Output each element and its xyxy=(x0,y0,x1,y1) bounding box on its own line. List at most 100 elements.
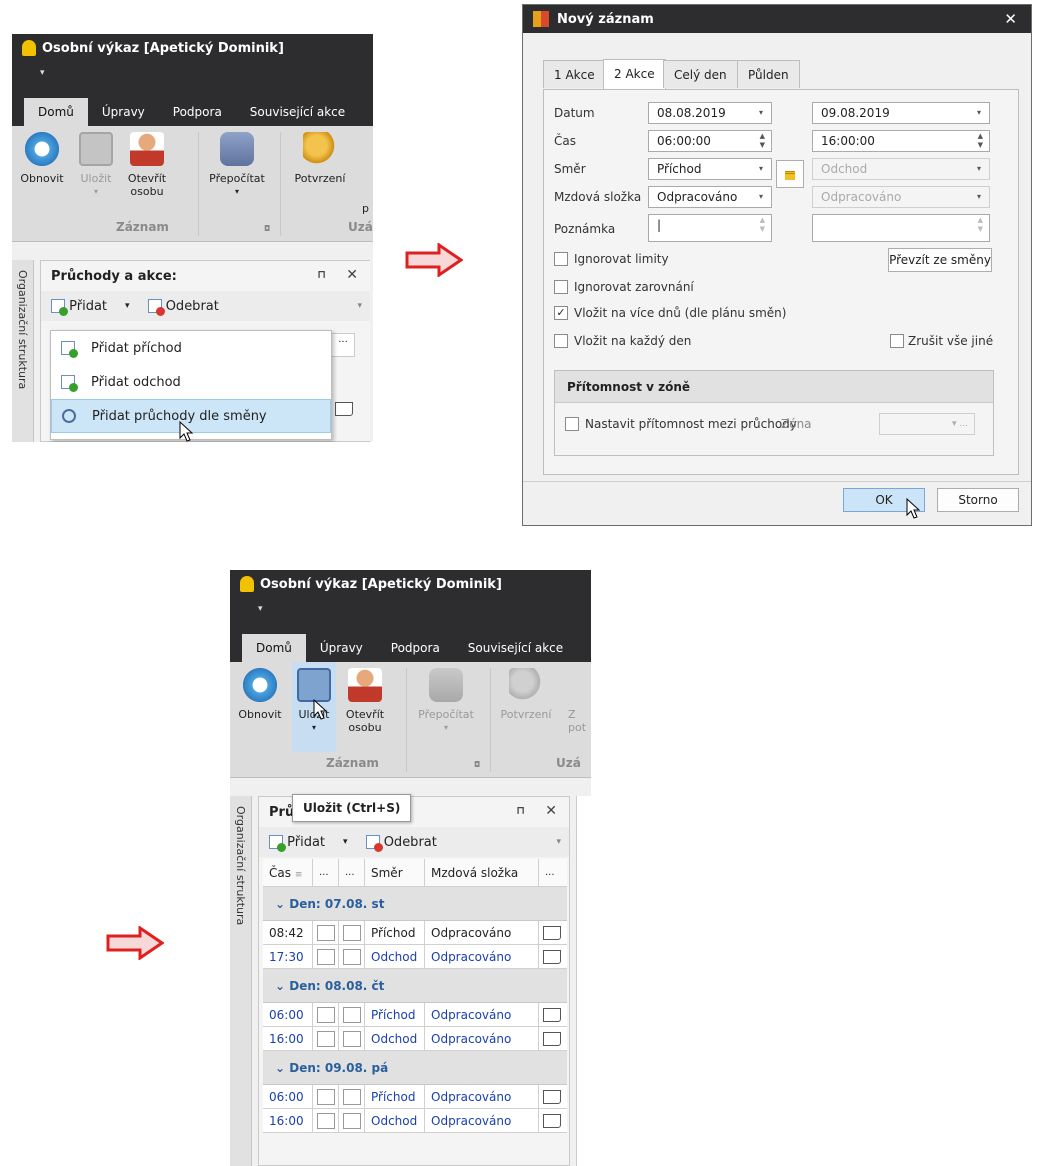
add-button[interactable]: Přidat xyxy=(51,299,107,316)
add-dropdown-icon[interactable]: ▾ xyxy=(343,837,348,847)
chevron-down-icon[interactable]: ▾ xyxy=(759,187,763,207)
checkbox-cell[interactable] xyxy=(343,1031,361,1047)
tab-one-action[interactable]: 1 Akce xyxy=(543,60,606,88)
checkbox-cell[interactable] xyxy=(317,949,335,965)
group-expand-icon[interactable]: ◘ xyxy=(264,224,270,233)
checkbox-cell[interactable] xyxy=(317,925,335,941)
table-row[interactable]: 16:00 Odchod Odpracováno xyxy=(263,1026,567,1051)
pin-icon[interactable]: ⊓ xyxy=(317,268,326,281)
tab-home[interactable]: Domů xyxy=(242,634,306,662)
table-row[interactable]: 06:00 Příchod Odpracováno xyxy=(263,1084,567,1109)
cancel-other-checkbox[interactable] xyxy=(890,334,904,348)
spinner-icon[interactable]: ▲ ▼ xyxy=(760,132,765,150)
direction-from-select[interactable]: Příchod ▾ xyxy=(648,158,772,180)
note-icon[interactable] xyxy=(543,1032,561,1046)
tab-two-actions[interactable]: 2 Akce xyxy=(603,59,666,89)
remove-button[interactable]: Odebrat xyxy=(365,835,437,852)
note-icon[interactable] xyxy=(543,1008,561,1022)
toolbar-overflow-icon[interactable]: ▾ xyxy=(556,837,561,847)
checkbox-cell[interactable] xyxy=(343,925,361,941)
confirm-button[interactable]: Potvrzení xyxy=(288,132,352,185)
quick-access-dropdown-icon[interactable]: ▾ xyxy=(40,68,45,78)
tab-half-day[interactable]: Půlden xyxy=(737,60,800,88)
refresh-button[interactable]: Obnovit xyxy=(16,132,68,185)
table-row[interactable]: 06:00 Příchod Odpracováno xyxy=(263,1002,567,1027)
tab-related[interactable]: Související akce xyxy=(454,634,577,662)
chevron-down-icon[interactable]: ▾ xyxy=(977,103,981,123)
org-structure-sidetab[interactable]: Organizační struktura xyxy=(230,796,252,1166)
chevron-down-icon[interactable]: ▾ xyxy=(759,103,763,123)
checkbox-cell[interactable] xyxy=(317,1089,335,1105)
table-row[interactable]: 08:42 Příchod Odpracováno xyxy=(263,920,567,945)
org-structure-sidetab[interactable]: Organizační struktura xyxy=(12,260,34,442)
chevron-down-icon[interactable]: ⌄ xyxy=(275,1061,289,1075)
spinner-icon[interactable]: ▲ ▼ xyxy=(978,132,983,150)
open-person-button[interactable]: Otevřít osobu xyxy=(342,668,388,734)
multi-days-checkbox[interactable]: ✓ xyxy=(554,306,568,320)
time-from-field[interactable]: 06:00:00 ▲ ▼ xyxy=(648,130,772,152)
col-header-direction[interactable]: Směr xyxy=(365,858,425,887)
chevron-down-icon[interactable]: ▾ xyxy=(759,159,763,179)
checkbox-cell[interactable] xyxy=(317,1031,335,1047)
save-button[interactable]: Uložit ▾ xyxy=(74,132,118,198)
col-header-time[interactable]: Čas ≡ xyxy=(263,858,313,887)
checkbox-cell[interactable] xyxy=(317,1007,335,1023)
tab-edits[interactable]: Úpravy xyxy=(88,98,159,126)
refresh-button[interactable]: Obnovit xyxy=(234,668,286,721)
add-dropdown-icon[interactable]: ▾ xyxy=(125,301,130,311)
checkbox-cell[interactable] xyxy=(343,1007,361,1023)
take-from-shift-button[interactable]: Převzít ze směny xyxy=(888,248,992,272)
menu-item-add-departure[interactable]: Přidat odchod xyxy=(51,365,331,399)
note-icon[interactable] xyxy=(543,1090,561,1104)
note-icon[interactable] xyxy=(543,926,561,940)
quick-access-strip[interactable]: ▾ xyxy=(230,598,591,624)
checkbox-cell[interactable] xyxy=(343,1113,361,1129)
quick-access-dropdown-icon[interactable]: ▾ xyxy=(258,604,263,614)
recalculate-button[interactable]: Přepočítat ▾ xyxy=(414,668,478,734)
menu-item-add-arrival[interactable]: Přidat příchod xyxy=(51,331,331,365)
toolbar-overflow-icon[interactable]: ▾ xyxy=(357,301,362,311)
remove-button[interactable]: Odebrat xyxy=(147,299,219,316)
col-header-extra1[interactable]: ... xyxy=(313,858,339,887)
close-icon[interactable]: ✕ xyxy=(545,803,557,819)
close-icon[interactable]: ✕ xyxy=(346,267,358,283)
note-from-field[interactable]: | ▲ ▼ xyxy=(648,214,772,242)
checkbox-cell[interactable] xyxy=(317,1113,335,1129)
confirm-button[interactable]: Potvrzení xyxy=(496,668,556,721)
close-icon[interactable]: ✕ xyxy=(1004,10,1017,28)
pin-icon[interactable]: ⊓ xyxy=(516,804,525,817)
column-ellipsis[interactable]: ... xyxy=(331,333,355,357)
col-header-wage[interactable]: Mzdová složka xyxy=(425,858,539,887)
lock-button[interactable] xyxy=(776,160,804,188)
date-to-field[interactable]: 09.08.2019 ▾ xyxy=(812,102,990,124)
date-from-field[interactable]: 08.08.2019 ▾ xyxy=(648,102,772,124)
tab-related[interactable]: Související akce xyxy=(236,98,359,126)
checkbox-cell[interactable] xyxy=(343,1089,361,1105)
group-expand-icon[interactable]: ◘ xyxy=(474,760,480,769)
tab-support[interactable]: Podpora xyxy=(159,98,236,126)
note-to-field[interactable]: ▲ ▼ xyxy=(812,214,990,242)
note-icon[interactable] xyxy=(543,950,561,964)
time-to-field[interactable]: 16:00:00 ▲ ▼ xyxy=(812,130,990,152)
group-row[interactable]: ⌄ Den: 09.08. pá xyxy=(263,1051,567,1085)
group-row[interactable]: ⌄ Den: 08.08. čt xyxy=(263,969,567,1003)
group-row[interactable]: ⌄ Den: 07.08. st xyxy=(263,887,567,921)
checkbox-cell[interactable] xyxy=(343,949,361,965)
table-row[interactable]: 17:30 Odchod Odpracováno xyxy=(263,944,567,969)
col-header-extra2[interactable]: ... xyxy=(339,858,365,887)
col-header-extra3[interactable]: ... xyxy=(539,859,567,887)
add-button[interactable]: Přidat xyxy=(269,835,325,852)
chevron-down-icon[interactable]: ⌄ xyxy=(275,979,289,993)
ignore-align-checkbox[interactable] xyxy=(554,280,568,294)
open-person-button[interactable]: Otevřít osobu xyxy=(124,132,170,198)
wage-from-select[interactable]: Odpracováno ▾ xyxy=(648,186,772,208)
chevron-down-icon[interactable]: ⌄ xyxy=(275,897,289,911)
note-icon[interactable] xyxy=(543,1114,561,1128)
quick-access-strip[interactable]: ▾ xyxy=(12,62,373,88)
presence-checkbox[interactable] xyxy=(565,417,579,431)
tab-edits[interactable]: Úpravy xyxy=(306,634,377,662)
ignore-limits-checkbox[interactable] xyxy=(554,252,568,266)
recalculate-button[interactable]: Přepočítat ▾ xyxy=(206,132,268,198)
tab-full-day[interactable]: Celý den xyxy=(663,60,738,88)
cancel-button[interactable]: Storno xyxy=(937,488,1019,512)
